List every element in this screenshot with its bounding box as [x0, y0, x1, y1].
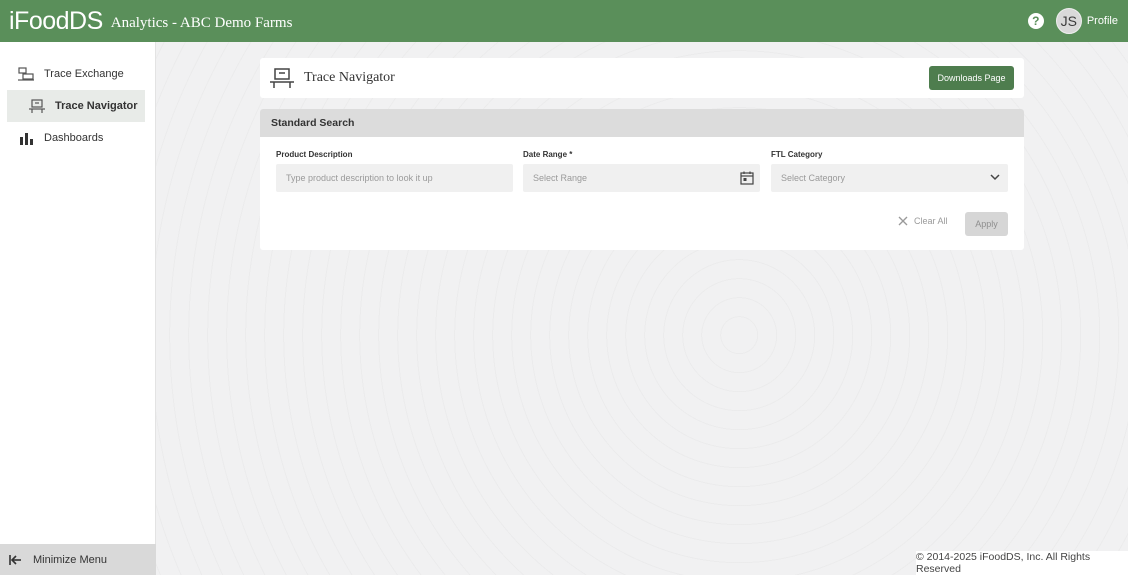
bar-chart-icon: [18, 131, 34, 145]
sidebar-item-trace-exchange[interactable]: Trace Exchange: [7, 58, 145, 90]
standard-search-panel: Standard Search Product Description Type…: [260, 109, 1024, 250]
product-description-label: Product Description: [276, 150, 353, 159]
clear-all-button[interactable]: Clear All: [898, 216, 948, 226]
product-description-placeholder: Type product description to look it up: [286, 173, 433, 183]
date-range-input[interactable]: Select Range: [523, 164, 760, 192]
page-title: Trace Navigator: [304, 70, 395, 85]
app-logo[interactable]: iFoodDS: [9, 7, 103, 36]
downloads-page-button[interactable]: Downloads Page: [929, 66, 1014, 90]
app-title: Analytics - ABC Demo Farms: [110, 14, 293, 31]
help-icon[interactable]: ?: [1027, 13, 1044, 29]
trace-navigator-icon: [29, 99, 45, 113]
date-range-placeholder: Select Range: [533, 173, 588, 183]
close-icon: [898, 216, 908, 226]
header-actions: ? JS Profile: [1027, 0, 1118, 42]
minimize-menu-button[interactable]: Minimize Menu: [0, 544, 156, 575]
top-bar: iFoodDS Analytics - ABC Demo Farms ? JS …: [0, 0, 1128, 42]
product-description-input[interactable]: Type product description to look it up: [276, 164, 513, 192]
apply-button[interactable]: Apply: [965, 212, 1008, 236]
collapse-left-icon: [9, 554, 22, 566]
trace-exchange-icon: [18, 67, 34, 81]
ftl-category-placeholder: Select Category: [781, 173, 846, 183]
search-panel-title: Standard Search: [260, 109, 1024, 137]
sidebar-item-label: Dashboards: [44, 132, 104, 144]
trace-navigator-icon: [270, 68, 294, 88]
clear-all-label: Clear All: [914, 216, 948, 226]
avatar[interactable]: JS: [1055, 8, 1082, 34]
page-header: Trace Navigator Downloads Page: [260, 58, 1024, 98]
main-content: Trace Navigator Downloads Page Standard …: [156, 42, 1128, 575]
chevron-down-icon: [990, 172, 1000, 184]
sidebar-item-dashboards[interactable]: Dashboards: [7, 122, 145, 154]
ftl-category-select[interactable]: Select Category: [771, 164, 1008, 192]
date-range-label: Date Range *: [523, 150, 573, 159]
ftl-category-label: FTL Category: [771, 150, 823, 159]
sidebar-item-label: Trace Navigator: [55, 100, 138, 112]
sidebar: Trace Exchange Trace Navigator Dashboard…: [0, 42, 156, 575]
profile-link[interactable]: Profile: [1087, 15, 1118, 27]
sidebar-item-label: Trace Exchange: [44, 68, 124, 80]
minimize-menu-label: Minimize Menu: [33, 553, 107, 566]
sidebar-item-trace-navigator[interactable]: Trace Navigator: [7, 90, 145, 122]
calendar-icon[interactable]: [740, 171, 754, 187]
footer-copyright: © 2014-2025 iFoodDS, Inc. All Rights Res…: [916, 551, 1128, 575]
